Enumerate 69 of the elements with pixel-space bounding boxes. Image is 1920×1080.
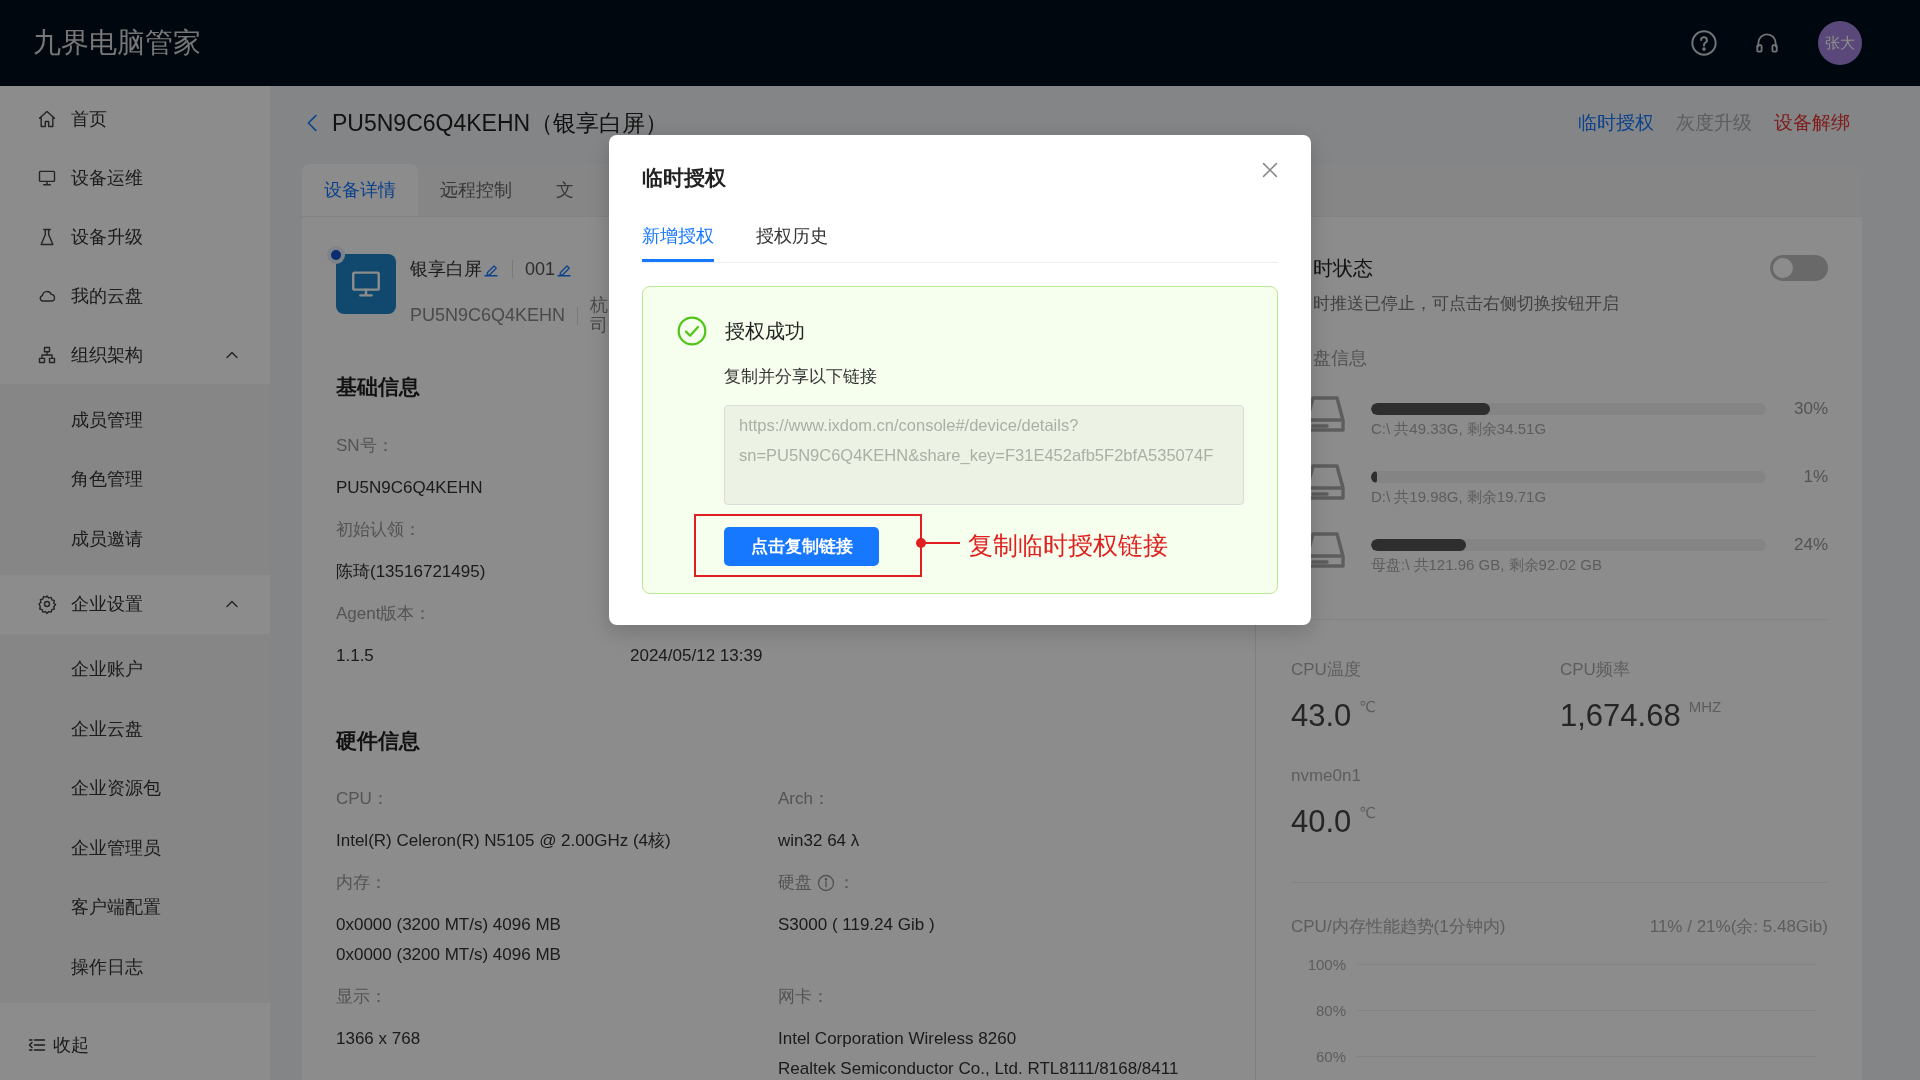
field-label: ： — [838, 871, 855, 894]
section-title: 硬件信息 — [336, 727, 420, 754]
field-label: 初始认领： — [336, 518, 422, 541]
dialog-title: 临时授权 — [642, 165, 726, 191]
settings-icon — [37, 594, 57, 614]
toggle-switch[interactable] — [1770, 255, 1828, 281]
tab[interactable]: 新增授权 — [642, 212, 714, 262]
home-icon — [37, 108, 57, 129]
field-value: 2024/05/12 13:39 — [630, 644, 764, 667]
flask-icon — [37, 226, 57, 247]
usage-percent: 1% — [1802, 467, 1828, 487]
section-title: 基础信息 — [336, 373, 420, 400]
field-value: Intel(R) Celeron(R) N5105 @ 2.00GHz (4核) — [336, 829, 672, 852]
field-label: 网卡： — [778, 985, 830, 1008]
company-name: 杭司 — [590, 296, 609, 336]
field-label: SN号： — [336, 434, 395, 457]
nav-subitem[interactable]: 企业云盘 — [0, 699, 270, 759]
sensor-value: 40.0 — [1291, 803, 1352, 841]
field-value: 0x0000 (3200 MT/s) 4096 MB — [336, 943, 562, 966]
tab[interactable]: 远程控制 — [418, 164, 534, 216]
sensor-value: 1,674.68 — [1560, 697, 1681, 735]
action-link[interactable]: 临时授权 — [1578, 110, 1654, 136]
page-title: PU5N9C6Q4KEHN（银享白屏） — [332, 108, 670, 138]
field-value: 0x0000 (3200 MT/s) 4096 MB — [336, 913, 562, 936]
field-label: Arch： — [778, 787, 831, 810]
tab[interactable]: 授权历史 — [756, 212, 828, 262]
field-value: 陈琦(13516721495) — [336, 560, 487, 583]
user-avatar[interactable]: 张大 — [1818, 21, 1862, 65]
nav-subitem[interactable]: 企业账户 — [0, 639, 270, 699]
info-icon[interactable] — [816, 872, 836, 893]
tab[interactable]: 文 — [534, 164, 596, 216]
field-value: S3000 ( 119.24 Gib ) — [778, 913, 936, 936]
nav-subitem[interactable]: 成员管理 — [0, 390, 270, 450]
annotation-text: 复制临时授权链接 — [968, 530, 1168, 560]
usage-percent: 24% — [1792, 535, 1828, 555]
action-link[interactable]: 设备解绑 — [1774, 110, 1850, 136]
field-label: Agent版本： — [336, 602, 433, 625]
success-icon — [676, 315, 708, 347]
field-label: 硬盘 — [778, 871, 812, 894]
nav-subitem[interactable]: 客户端配置 — [0, 877, 270, 937]
help-icon[interactable] — [1690, 29, 1718, 57]
field-value: win32 64 λ — [778, 829, 861, 852]
device-number: 001 — [525, 258, 556, 280]
hint-text: 复制并分享以下链接 — [724, 366, 878, 388]
device-sn: PU5N9C6Q4KEHN — [410, 305, 566, 327]
field-value: PU5N9C6Q4KEHN — [336, 476, 484, 499]
field-value: Realtek Semiconductor Co., Ltd. RTL8111/8168/8411 — [778, 1057, 1180, 1080]
result-title: 授权成功 — [725, 318, 805, 344]
copy-link-button[interactable]: 点击复制链接 — [724, 527, 879, 566]
app-title: 九界电脑管家 — [33, 26, 202, 60]
field-label: 内存： — [336, 871, 388, 894]
section-title: 时状态 — [1313, 255, 1374, 281]
nav-subitem[interactable]: 角色管理 — [0, 449, 270, 509]
nav-subitem[interactable]: 企业管理员 — [0, 818, 270, 878]
status-note: 时推送已停止，可点击右侧切换按钮开启 — [1313, 293, 1620, 315]
device-name: 银享白屏 — [410, 258, 482, 281]
field-value: 1.1.5 — [336, 644, 375, 667]
nav-subitem[interactable]: 操作日志 — [0, 937, 270, 997]
sensor-unit: ℃ — [1359, 697, 1377, 717]
sensor-unit: ℃ — [1359, 803, 1377, 823]
usage-percent: 30% — [1792, 399, 1828, 419]
sitemap-icon — [37, 344, 57, 365]
nav-subitem[interactable]: 成员邀请 — [0, 509, 270, 569]
tab[interactable]: 设备详情 — [302, 164, 418, 216]
field-label: CPU： — [336, 787, 390, 810]
field-value: 1366 x 768 — [336, 1027, 422, 1050]
nav-subitem[interactable]: 企业资源包 — [0, 758, 270, 818]
sensor-value: 43.0 — [1291, 697, 1352, 735]
field-value: Intel Corporation Wireless 8260 — [778, 1027, 1018, 1050]
